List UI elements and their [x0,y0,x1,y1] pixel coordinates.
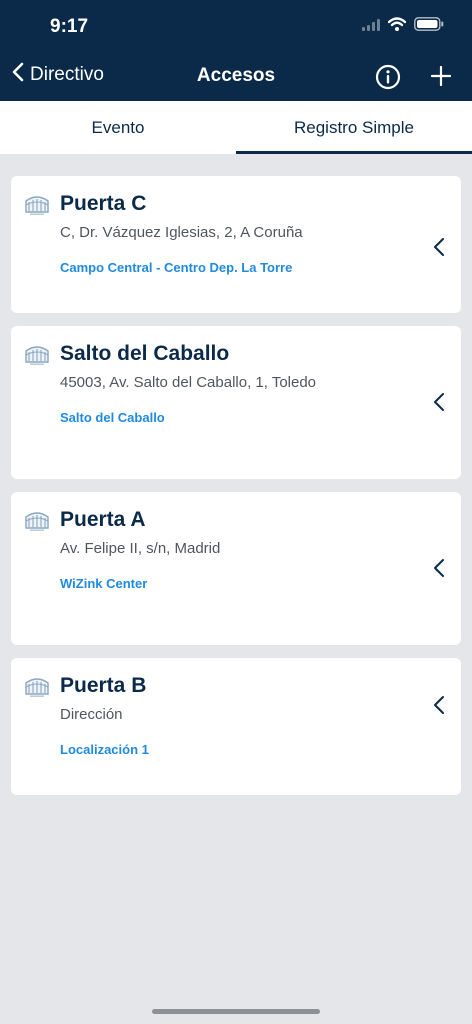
home-indicator[interactable] [152,1009,320,1014]
access-card[interactable]: Puerta A Av. Felipe II, s/n, Madrid WiZi… [11,492,461,645]
info-icon [375,64,401,94]
access-address: C, Dr. Vázquez Iglesias, 2, A Coruña [60,224,303,241]
status-icons [362,17,444,36]
back-button-label: Directivo [30,64,104,85]
info-button[interactable] [375,64,401,95]
access-venue: WiZink Center [60,576,148,591]
add-access-button[interactable] [429,64,453,93]
access-title: Salto del Caballo [60,342,230,365]
stadium-icon [24,192,50,221]
tab-evento[interactable]: Evento [0,101,236,154]
access-address: Dirección [60,706,123,723]
status-time: 9:17 [50,16,89,37]
stadium-icon [24,342,50,371]
chevron-left-icon [433,695,445,720]
access-title: Puerta B [60,674,147,697]
access-venue: Campo Central - Centro Dep. La Torre [60,260,293,275]
stadium-icon [24,674,50,703]
chevron-left-icon [433,558,445,583]
access-card[interactable]: Salto del Caballo 45003, Av. Salto del C… [11,326,461,479]
back-button[interactable]: Directivo [12,62,104,88]
access-address: Av. Felipe II, s/n, Madrid [60,540,221,557]
chevron-left-icon [12,62,24,88]
battery-icon [414,17,444,36]
stadium-icon [24,508,50,537]
tab-registro-simple[interactable]: Registro Simple [236,101,472,154]
wifi-icon [387,17,407,36]
navigation-bar: 9:17 Directivo Accesos [0,0,472,101]
access-card[interactable]: Puerta B Dirección Localización 1 [11,658,461,795]
access-address: 45003, Av. Salto del Caballo, 1, Toledo [60,374,317,391]
access-title: Puerta A [60,508,146,531]
plus-icon [429,65,453,92]
access-venue: Salto del Caballo [60,410,165,425]
cellular-icon [362,18,380,36]
tab-bar: Evento Registro Simple [0,101,472,154]
access-card[interactable]: Puerta C C, Dr. Vázquez Iglesias, 2, A C… [11,176,461,313]
access-title: Puerta C [60,192,147,215]
access-list: Puerta C C, Dr. Vázquez Iglesias, 2, A C… [11,176,461,808]
chevron-left-icon [433,392,445,417]
chevron-left-icon [433,237,445,262]
access-venue: Localización 1 [60,742,149,757]
